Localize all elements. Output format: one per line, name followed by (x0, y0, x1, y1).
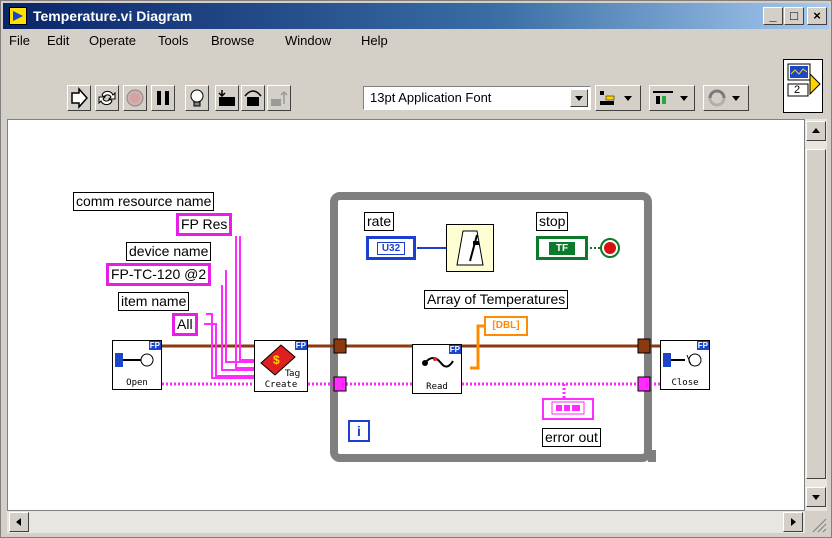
refnum-tunnel-left (333, 338, 347, 354)
menu-operate[interactable]: Operate (89, 33, 136, 48)
error-tunnel-left (333, 376, 347, 392)
string-wires (204, 236, 254, 379)
block-diagram[interactable]: comm resource name FP Res device name FP… (7, 119, 805, 511)
close-icon (663, 353, 702, 367)
font-select[interactable]: 13pt Application Font (363, 86, 591, 110)
run-continuously-icon (98, 90, 116, 106)
minimize-button[interactable]: _ (763, 7, 783, 25)
font-select-value: 13pt Application Font (370, 90, 492, 105)
scroll-down-button[interactable] (806, 487, 826, 507)
run-continuously-button[interactable] (95, 85, 119, 111)
pause-icon (157, 91, 169, 105)
subvi-open-label: Open (126, 378, 148, 388)
step-out-icon (271, 90, 288, 106)
subvi-tag-label: Tag (285, 369, 301, 379)
close-button[interactable]: × (807, 7, 827, 25)
subvi-close[interactable]: FP Close (660, 340, 710, 390)
arrow-down-icon (812, 495, 820, 500)
subvi-create-tag[interactable]: FP $ Tag Create (254, 340, 308, 392)
run-button[interactable] (67, 85, 91, 111)
subvi-read-label: Read (426, 382, 448, 392)
constant-item[interactable]: All (172, 313, 198, 336)
rate-type: U32 (376, 242, 406, 255)
step-out-button[interactable] (267, 85, 291, 111)
menu-window[interactable]: Window (285, 33, 331, 48)
align-objects-icon (600, 91, 632, 105)
wire-layer (162, 192, 660, 462)
arrow-up-icon (812, 128, 820, 133)
resize-grip-icon (812, 518, 827, 533)
step-over-icon (244, 90, 262, 106)
label-error-out: error out (542, 428, 601, 447)
horizontal-scrollbar[interactable] (7, 511, 805, 533)
reorder-icon (708, 89, 740, 107)
menu-help[interactable]: Help (361, 33, 388, 48)
subvi-create-label: Create (264, 380, 298, 390)
step-over-button[interactable] (241, 85, 265, 111)
array-terminal[interactable]: [DBL] (484, 316, 528, 336)
abort-stop-icon (126, 89, 144, 107)
vertical-scrollbar[interactable] (805, 119, 827, 511)
menu-edit[interactable]: Edit (47, 33, 69, 48)
window-title: Temperature.vi Diagram (33, 8, 193, 24)
arrow-right-icon (791, 518, 796, 526)
stop-type: TF (548, 242, 576, 255)
run-arrow-icon (71, 87, 89, 109)
lightbulb-icon (190, 89, 204, 107)
subvi-open[interactable]: FP Open (112, 340, 162, 390)
pause-button[interactable] (151, 85, 175, 111)
reorder-dropdown[interactable] (703, 85, 749, 111)
wait-until-next-ms-vi[interactable] (446, 224, 494, 272)
scroll-left-button[interactable] (9, 512, 29, 532)
label-item-name: item name (118, 292, 190, 311)
error-out-terminal[interactable] (542, 398, 594, 420)
maximize-button[interactable]: □ (784, 7, 804, 25)
label-device-name: device name (126, 242, 212, 261)
distribute-objects-icon (653, 91, 688, 104)
error-cluster-icon (551, 401, 585, 415)
step-into-icon (218, 90, 235, 106)
distribute-objects-dropdown[interactable] (649, 85, 695, 111)
error-tunnel-right (637, 376, 651, 392)
label-rate: rate (364, 212, 395, 231)
menu-browse[interactable]: Browse (211, 33, 254, 48)
subvi-close-label: Close (671, 378, 699, 388)
resize-grip[interactable] (807, 513, 827, 533)
labview-icon (9, 7, 27, 25)
iteration-terminal[interactable]: i (348, 420, 370, 442)
constant-device[interactable]: FP-TC-120 @2 (106, 263, 212, 286)
abort-button[interactable] (123, 85, 147, 111)
vertical-scroll-thumb[interactable] (806, 149, 826, 479)
title-bar[interactable]: Temperature.vi Diagram _ □ × (3, 3, 829, 29)
label-stop: stop (536, 212, 569, 231)
scroll-up-button[interactable] (806, 121, 826, 141)
iteration-label: i (357, 423, 361, 439)
connector-pane-icon[interactable]: 2 (783, 59, 823, 113)
constant-fp-res[interactable]: FP Res (176, 213, 233, 236)
read-icon (422, 357, 454, 368)
rate-terminal[interactable]: U32 (366, 236, 416, 260)
arrow-left-icon (16, 518, 21, 526)
svg-text:$: $ (273, 353, 280, 367)
open-icon (115, 353, 154, 367)
chevron-down-icon[interactable] (570, 89, 588, 107)
subvi-read[interactable]: FP Read (412, 344, 462, 394)
connector-pane-number: 2 (794, 84, 801, 96)
label-array-of-temperatures: Array of Temperatures (424, 290, 569, 309)
step-into-button[interactable] (215, 85, 239, 111)
highlight-execution-button[interactable] (185, 85, 209, 111)
scroll-right-button[interactable] (783, 512, 803, 532)
stop-terminal[interactable]: TF (536, 236, 588, 260)
label-comm-resource-name: comm resource name (73, 192, 215, 211)
menu-file[interactable]: File (9, 33, 30, 48)
array-type: [DBL] (492, 320, 520, 331)
align-objects-dropdown[interactable] (595, 85, 641, 111)
menu-tools[interactable]: Tools (158, 33, 188, 48)
metronome-icon (456, 230, 484, 266)
refnum-tunnel-right (637, 338, 651, 354)
diagram-window: Temperature.vi Diagram _ □ × File Edit O… (0, 0, 832, 538)
